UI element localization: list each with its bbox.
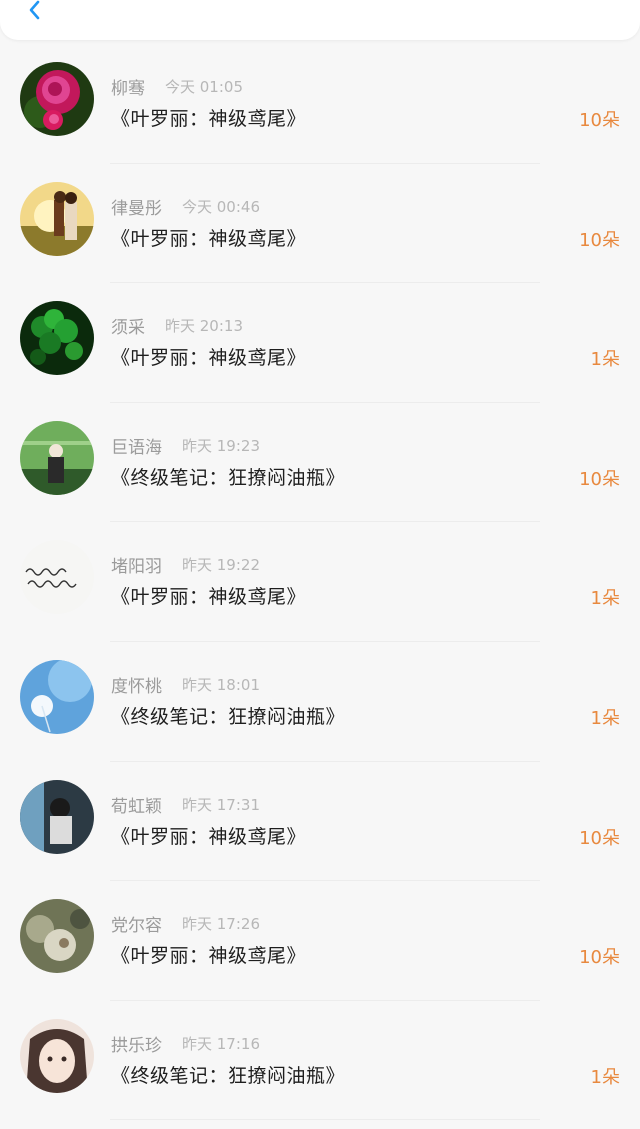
anime-girl-avatar-image — [20, 1018, 94, 1093]
book-title[interactable]: 《叶罗丽：神级鸢尾》 — [111, 343, 306, 370]
timestamp: 昨天 18:01 — [182, 675, 260, 694]
book-title[interactable]: 《终级笔记：狂撩闷油瓶》 — [111, 1061, 345, 1088]
avatar[interactable] — [20, 301, 94, 376]
timestamp: 今天 00:46 — [182, 197, 260, 216]
handwriting-avatar-image — [20, 540, 94, 615]
flower-count: 10朵 — [579, 229, 620, 251]
flower-count: 1朵 — [590, 349, 620, 371]
flower-count: 10朵 — [579, 827, 620, 849]
book-title[interactable]: 《叶罗丽：神级鸢尾》 — [111, 582, 306, 609]
user-name: 党尔容 — [111, 916, 162, 937]
flower-count: 10朵 — [579, 110, 620, 131]
book-title[interactable]: 《终级笔记：狂撩闷油瓶》 — [111, 463, 345, 490]
timestamp: 昨天 19:23 — [182, 436, 260, 455]
girl-window-avatar-image — [20, 779, 94, 854]
user-name: 度怀桃 — [111, 676, 162, 697]
user-name: 荀虹颖 — [111, 796, 162, 817]
timestamp: 昨天 17:16 — [182, 1034, 260, 1053]
timestamp: 今天 01:05 — [165, 78, 243, 96]
avatar[interactable] — [20, 899, 94, 974]
avatar[interactable] — [20, 1018, 94, 1093]
user-name: 柳骞 — [111, 79, 145, 99]
book-title[interactable]: 《叶罗丽：神级鸢尾》 — [111, 941, 306, 968]
flower-count: 1朵 — [590, 1066, 620, 1088]
timestamp: 昨天 17:26 — [182, 915, 260, 934]
avatar[interactable] — [20, 779, 94, 854]
user-name: 拱乐珍 — [111, 1035, 162, 1056]
top-bar — [0, 0, 640, 40]
girl-green-avatar-image — [20, 420, 94, 495]
user-name: 须采 — [111, 318, 145, 339]
dandelion-avatar-image — [20, 659, 94, 734]
book-title[interactable]: 《叶罗丽：神级鸢尾》 — [111, 104, 306, 131]
sunset-couple-avatar-image — [20, 181, 94, 256]
book-title[interactable]: 《叶罗丽：神级鸢尾》 — [111, 822, 306, 849]
list-item[interactable]: 党尔容 昨天 17:26 《叶罗丽：神级鸢尾》 10朵 — [0, 881, 640, 1001]
list-item[interactable]: 巨语海 昨天 19:23 《终级笔记：狂撩闷油瓶》 10朵 — [0, 403, 640, 523]
flower-count: 10朵 — [579, 468, 620, 490]
gift-record-list: 柳骞 今天 01:05 《叶罗丽：神级鸢尾》 10朵 律曼彤 今天 00:46 … — [0, 44, 640, 1121]
flower-count: 1朵 — [590, 707, 620, 729]
user-name: 巨语海 — [111, 437, 162, 458]
avatar[interactable] — [20, 540, 94, 615]
list-item[interactable]: 拱乐珍 昨天 17:16 《终级笔记：狂撩闷油瓶》 1朵 — [0, 1001, 640, 1121]
green-clover-avatar-image — [20, 301, 94, 376]
timestamp: 昨天 19:22 — [182, 556, 260, 575]
list-item[interactable]: 荀虹颖 昨天 17:31 《叶罗丽：神级鸢尾》 10朵 — [0, 762, 640, 882]
book-title[interactable]: 《终级笔记：狂撩闷油瓶》 — [111, 702, 345, 729]
list-item[interactable]: 度怀桃 昨天 18:01 《终级笔记：狂撩闷油瓶》 1朵 — [0, 642, 640, 762]
blurry-object-avatar-image — [20, 899, 94, 974]
rose-avatar-image — [20, 62, 94, 136]
list-item[interactable]: 须采 昨天 20:13 《叶罗丽：神级鸢尾》 1朵 — [0, 283, 640, 403]
avatar[interactable] — [20, 62, 94, 136]
chevron-left-icon[interactable] — [22, 0, 46, 20]
user-name: 律曼彤 — [111, 198, 162, 219]
book-title[interactable]: 《叶罗丽：神级鸢尾》 — [111, 224, 306, 251]
timestamp: 昨天 17:31 — [182, 795, 260, 814]
timestamp: 昨天 20:13 — [165, 317, 243, 336]
flower-count: 1朵 — [590, 588, 620, 610]
avatar[interactable] — [20, 420, 94, 495]
list-item[interactable]: 柳骞 今天 01:05 《叶罗丽：神级鸢尾》 10朵 — [0, 44, 640, 164]
avatar[interactable] — [20, 659, 94, 734]
divider — [110, 1119, 540, 1121]
avatar[interactable] — [20, 181, 94, 256]
list-item[interactable]: 堵阳羽 昨天 19:22 《叶罗丽：神级鸢尾》 1朵 — [0, 522, 640, 642]
list-item[interactable]: 律曼彤 今天 00:46 《叶罗丽：神级鸢尾》 10朵 — [0, 164, 640, 284]
user-name: 堵阳羽 — [111, 557, 162, 578]
flower-count: 10朵 — [579, 947, 620, 969]
